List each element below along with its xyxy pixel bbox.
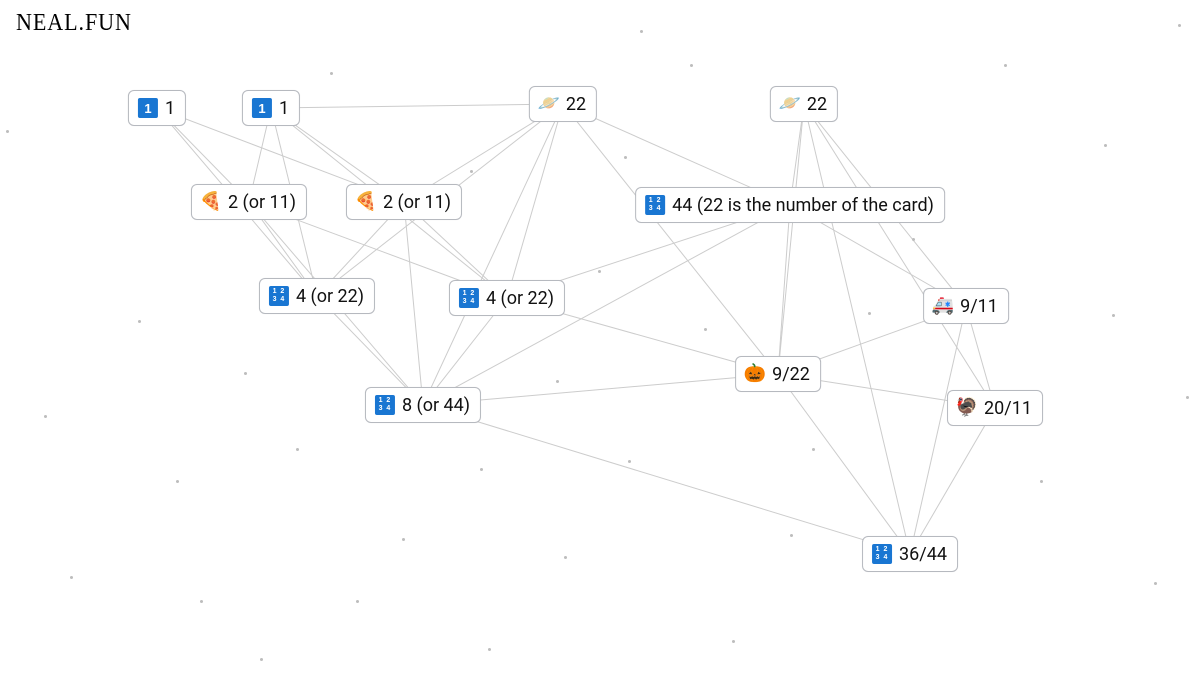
craft-node-label: 20/11 — [984, 398, 1032, 419]
craft-node[interactable]: 1 23 4 4 (or 22) — [449, 280, 565, 316]
background-dot — [598, 270, 601, 273]
background-dot — [1112, 314, 1115, 317]
background-dot — [690, 64, 693, 67]
background-dot — [1004, 64, 1007, 67]
background-dot — [912, 238, 915, 241]
background-dot — [1040, 480, 1043, 483]
graph-edge — [507, 104, 563, 298]
background-dot — [330, 72, 333, 75]
background-dot — [260, 658, 263, 661]
craft-node[interactable]: 🍕 2 (or 11) — [191, 184, 307, 220]
craft-node-label: 2 (or 11) — [228, 192, 296, 213]
craft-node-label: 22 — [807, 94, 827, 115]
background-dot — [244, 372, 247, 375]
craft-node[interactable]: 1 23 4 36/44 — [862, 536, 958, 572]
planet-icon: 🪐 — [538, 93, 560, 115]
craft-node-label: 36/44 — [899, 544, 947, 565]
graph-edge — [271, 104, 563, 108]
background-dot — [624, 156, 627, 159]
graph-edge — [423, 104, 563, 405]
graph-edge — [423, 405, 910, 554]
background-dot — [564, 556, 567, 559]
pizza-icon: 🍕 — [200, 191, 222, 213]
graph-edge — [778, 374, 910, 554]
planet-icon: 🪐 — [779, 93, 801, 115]
background-dot — [868, 312, 871, 315]
background-dot — [356, 600, 359, 603]
craft-node[interactable]: 11 — [128, 90, 186, 126]
graph-edge — [910, 306, 966, 554]
background-dot — [470, 170, 473, 173]
background-dot — [296, 448, 299, 451]
craft-node[interactable]: 11 — [242, 90, 300, 126]
background-dot — [1186, 396, 1189, 399]
background-dot — [200, 600, 203, 603]
background-dot — [480, 468, 483, 471]
background-dot — [1178, 24, 1181, 27]
craft-node-label: 44 (22 is the number of the card) — [672, 195, 934, 216]
pizza-icon: 🍕 — [355, 191, 377, 213]
graph-edge — [804, 104, 910, 554]
craft-node-label: 22 — [566, 94, 586, 115]
craft-node-label: 9/22 — [772, 364, 810, 385]
craft-node[interactable]: 🎃 9/22 — [735, 356, 821, 392]
graph-edge — [778, 104, 804, 374]
craft-node[interactable]: 🪐 22 — [770, 86, 838, 122]
one-icon: 1 — [137, 97, 159, 119]
background-dot — [556, 380, 559, 383]
ambulance-icon: 🚑 — [932, 295, 954, 317]
background-dot — [402, 538, 405, 541]
graph-edge — [404, 202, 423, 405]
craft-node[interactable]: 1 23 4 44 (22 is the number of the card) — [635, 187, 945, 223]
graph-edge — [563, 104, 778, 374]
background-dot — [1104, 144, 1107, 147]
craft-node-label: 1 — [165, 98, 175, 119]
background-dot — [628, 460, 631, 463]
craft-node[interactable]: 🪐 22 — [529, 86, 597, 122]
background-dot — [790, 534, 793, 537]
background-dot — [70, 576, 73, 579]
nums-icon: 1 23 4 — [871, 543, 893, 565]
nums-icon: 1 23 4 — [458, 287, 480, 309]
graph-edge — [804, 104, 995, 408]
background-dot — [176, 480, 179, 483]
craft-node[interactable]: 1 23 4 4 (or 22) — [259, 278, 375, 314]
nums-icon: 1 23 4 — [374, 394, 396, 416]
site-logo[interactable]: NEAL.FUN — [16, 10, 132, 37]
background-dot — [704, 328, 707, 331]
background-dot — [6, 130, 9, 133]
pumpkin-icon: 🎃 — [744, 363, 766, 385]
background-dot — [488, 648, 491, 651]
background-dot — [732, 640, 735, 643]
craft-node-label: 8 (or 44) — [402, 395, 470, 416]
craft-node[interactable]: 🍕 2 (or 11) — [346, 184, 462, 220]
craft-node-label: 1 — [279, 98, 289, 119]
one-icon: 1 — [251, 97, 273, 119]
graph-edge — [910, 408, 995, 554]
background-dot — [138, 320, 141, 323]
craft-node-label: 9/11 — [960, 296, 998, 317]
background-dot — [640, 30, 643, 33]
turkey-icon: 🦃 — [956, 397, 978, 419]
nums-icon: 1 23 4 — [268, 285, 290, 307]
craft-node-label: 4 (or 22) — [486, 288, 554, 309]
background-dot — [812, 448, 815, 451]
background-dot — [44, 415, 47, 418]
craft-node[interactable]: 1 23 4 8 (or 44) — [365, 387, 481, 423]
craft-node[interactable]: 🦃 20/11 — [947, 390, 1043, 426]
graph-edge — [778, 205, 790, 374]
background-dot — [1154, 582, 1157, 585]
craft-node-label: 2 (or 11) — [383, 192, 451, 213]
craft-node[interactable]: 🚑 9/11 — [923, 288, 1009, 324]
craft-node-label: 4 (or 22) — [296, 286, 364, 307]
nums-icon: 1 23 4 — [644, 194, 666, 216]
